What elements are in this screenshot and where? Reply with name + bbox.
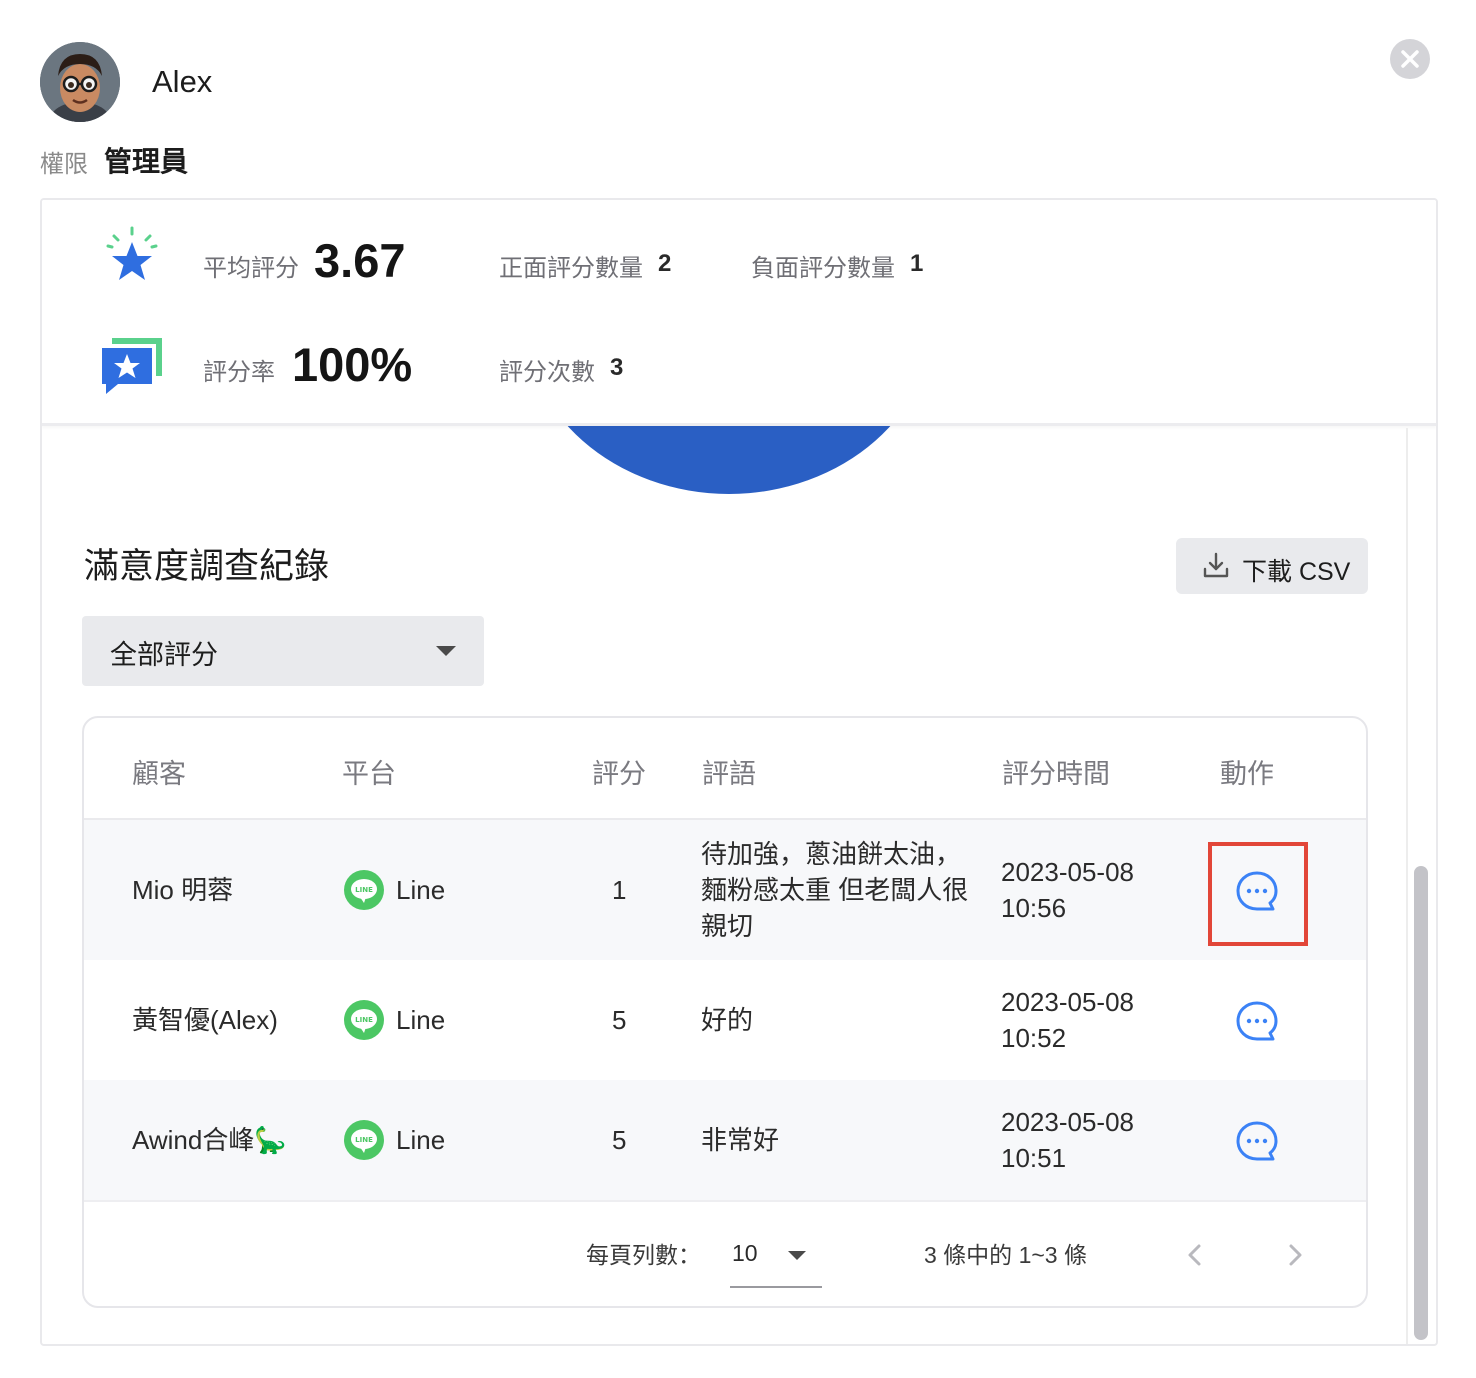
pagination-range: 3 條中的 1~3 條 bbox=[924, 1242, 1087, 1268]
svg-text:LINE: LINE bbox=[355, 1136, 373, 1144]
table-row: Awind合峰🦕 LINE Line 5 非常好 2023-05-08 10:5… bbox=[84, 1080, 1366, 1200]
platform-name: Line bbox=[396, 875, 446, 905]
chevron-right-icon[interactable] bbox=[1280, 1238, 1310, 1272]
rating-date: 2023-05-08 bbox=[1001, 857, 1134, 887]
star-sparkle-icon bbox=[106, 226, 158, 280]
rating-date: 2023-05-08 bbox=[1001, 987, 1134, 1017]
rating-rate-value: 100% bbox=[292, 338, 413, 391]
platform-name: Line bbox=[396, 1125, 446, 1155]
comment-text: 待加強，蔥油餅太油，麵粉感太重 但老闆人很親切 bbox=[701, 839, 969, 941]
header-score[interactable]: 評分 bbox=[592, 752, 646, 791]
download-csv-label: 下載 CSV bbox=[1242, 558, 1351, 586]
customer-name: 黃智優(Alex) bbox=[132, 1005, 278, 1035]
positive-count-label: 正面評分數量 bbox=[499, 255, 643, 282]
download-icon bbox=[1203, 552, 1229, 578]
avatar bbox=[40, 42, 120, 122]
customer-name: Awind合峰🦕 bbox=[132, 1125, 287, 1155]
line-icon: LINE bbox=[344, 1120, 384, 1160]
close-button[interactable] bbox=[1390, 39, 1430, 79]
rows-per-page-value: 10 bbox=[732, 1240, 758, 1266]
avg-score-label: 平均評分 bbox=[203, 255, 299, 282]
rating-clock: 10:52 bbox=[1001, 1023, 1067, 1053]
report-panel: 平均評分 3.67 正面評分數量 2 負面評分數量 1 評分率 100% 評分次… bbox=[40, 198, 1438, 1346]
rating-rate-label: 評分率 bbox=[203, 359, 275, 386]
chevron-left-icon[interactable] bbox=[1180, 1238, 1210, 1272]
comment-text: 非常好 bbox=[701, 1125, 780, 1155]
svg-text:LINE: LINE bbox=[355, 1016, 373, 1024]
score-value: 5 bbox=[612, 1005, 627, 1035]
header-comment[interactable]: 評語 bbox=[702, 752, 756, 791]
comment-text: 好的 bbox=[701, 1005, 754, 1035]
permission-label: 權限 bbox=[40, 151, 88, 178]
scrollbar-thumb[interactable] bbox=[1414, 866, 1428, 1340]
table-footer-divider bbox=[84, 1200, 1366, 1202]
rating-clock: 10:56 bbox=[1001, 893, 1067, 923]
score-value: 1 bbox=[612, 875, 627, 905]
rating-filter-value: 全部評分 bbox=[110, 640, 218, 670]
header-time[interactable]: 評分時間 bbox=[1002, 752, 1110, 791]
user-name: Alex bbox=[152, 64, 213, 99]
customer-name: Mio 明蓉 bbox=[132, 875, 234, 905]
score-value: 5 bbox=[612, 1125, 627, 1155]
rows-per-page-label: 每頁列數： bbox=[586, 1242, 701, 1268]
line-icon: LINE bbox=[344, 1000, 384, 1040]
rating-filter-select[interactable]: 全部評分 bbox=[82, 616, 484, 686]
chat-bubble-icon[interactable] bbox=[1235, 1120, 1279, 1164]
survey-table: 顧客 平台 評分 評語 評分時間 動作 Mio 明蓉 LINE Line 1 待… bbox=[82, 716, 1368, 1308]
header-platform[interactable]: 平台 bbox=[342, 752, 396, 791]
permission-value: 管理員 bbox=[104, 146, 189, 177]
negative-count-label: 負面評分數量 bbox=[751, 255, 895, 282]
chevron-down-icon bbox=[788, 1251, 806, 1260]
rating-count-value: 3 bbox=[610, 354, 624, 381]
rating-clock: 10:51 bbox=[1001, 1143, 1067, 1173]
avg-score-value: 3.67 bbox=[314, 234, 406, 287]
positive-count-value: 2 bbox=[658, 250, 672, 277]
rating-date: 2023-05-08 bbox=[1001, 1107, 1134, 1137]
table-row: 黃智優(Alex) LINE Line 5 好的 2023-05-08 10:5… bbox=[84, 960, 1366, 1080]
chevron-down-icon bbox=[436, 646, 456, 656]
negative-count-value: 1 bbox=[910, 250, 924, 277]
chat-bubble-icon[interactable] bbox=[1235, 870, 1279, 914]
header-action: 動作 bbox=[1220, 759, 1274, 789]
section-title: 滿意度調查紀錄 bbox=[84, 547, 330, 586]
rating-count-label: 評分次數 bbox=[499, 359, 595, 386]
download-csv-button[interactable]: 下載 CSV bbox=[1176, 538, 1368, 594]
header-customer[interactable]: 顧客 bbox=[132, 752, 186, 791]
rows-per-page-select[interactable]: 10 bbox=[730, 1236, 822, 1288]
close-icon bbox=[1401, 50, 1419, 68]
chat-bubble-icon[interactable] bbox=[1235, 1000, 1279, 1044]
stats-summary: 平均評分 3.67 正面評分數量 2 負面評分數量 1 評分率 100% 評分次… bbox=[42, 200, 1436, 426]
rating-chat-icon bbox=[102, 338, 162, 394]
platform-name: Line bbox=[396, 1005, 446, 1035]
svg-text:LINE: LINE bbox=[355, 886, 373, 894]
line-icon: LINE bbox=[344, 870, 384, 910]
table-row: Mio 明蓉 LINE Line 1 待加強，蔥油餅太油，麵粉感太重 但老闆人很… bbox=[84, 820, 1366, 960]
